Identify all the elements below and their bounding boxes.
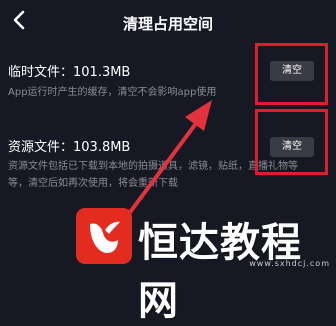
temp-files-description: App运行时产生的缓存，清空不会影响app使用 [8, 87, 217, 98]
watermark-url-text: www.sxhdcj.com [249, 259, 330, 268]
temp-files-title: 临时文件：101.3MB [8, 65, 131, 80]
highlight-box-temp [255, 43, 328, 105]
brand-logo-icon [76, 208, 132, 264]
watermark-logo: 恒达教程网 www.sxhdcj.com [76, 198, 336, 324]
resource-files-title: 资源文件：103.8MB [8, 140, 131, 155]
top-bar: 清理占用空间 [0, 0, 336, 46]
page-title: 清理占用空间 [122, 15, 213, 33]
resource-files-description-line2: 等，清空后如再次使用，将会重新下载 [8, 178, 178, 189]
highlight-box-resource [255, 109, 328, 175]
watermark-brand-text: 恒达教程网 [138, 220, 302, 324]
